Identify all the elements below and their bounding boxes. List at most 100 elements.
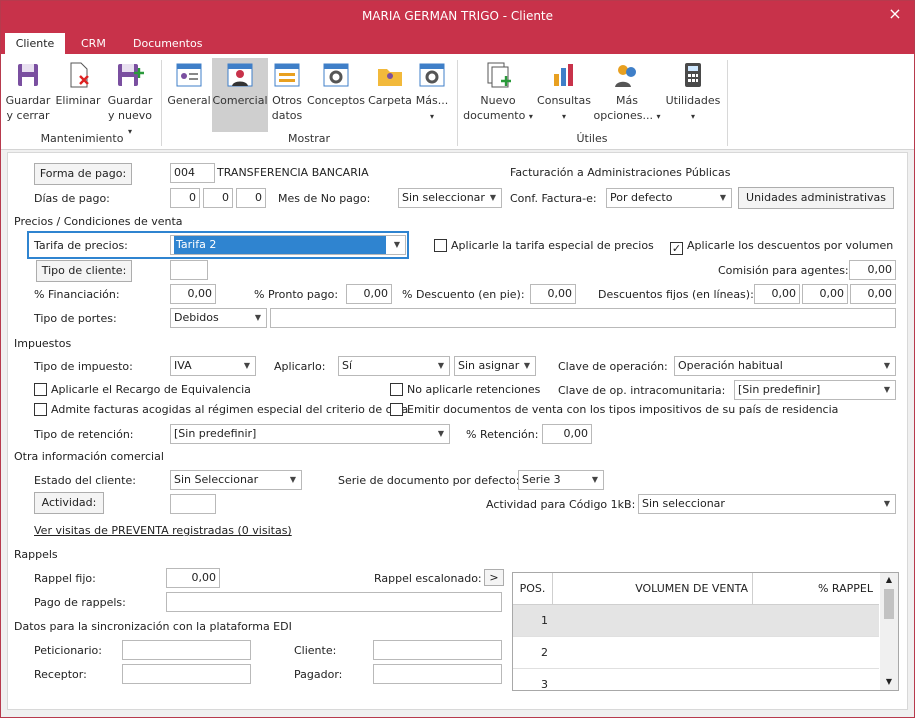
activity-input[interactable] bbox=[170, 494, 216, 514]
more-options-button[interactable]: Más opciones... ▾ bbox=[593, 58, 661, 132]
no-pay-month-label: Mes de No pago: bbox=[278, 192, 371, 205]
rate-select[interactable]: Tarifa 2 ▼ bbox=[170, 235, 406, 255]
discount-input[interactable]: 0,00 bbox=[530, 284, 576, 304]
payment-day-1-input[interactable]: 0 bbox=[170, 188, 200, 208]
fixed-discount-2-input[interactable]: 0,00 bbox=[802, 284, 848, 304]
new-document-button[interactable]: Nuevo documento ▾ bbox=[461, 58, 535, 132]
chevron-down-icon[interactable]: ▼ bbox=[880, 677, 898, 687]
more-button[interactable]: Más... ▾ bbox=[414, 58, 450, 132]
client-type-button[interactable]: Tipo de cliente: bbox=[36, 260, 132, 282]
table-scrollbar[interactable]: ▲ ▼ bbox=[880, 573, 898, 690]
tiered-rappel-button[interactable]: > bbox=[484, 569, 504, 586]
public-admin-title: Facturación a Administraciones Públicas bbox=[510, 166, 731, 179]
payment-day-2-input[interactable]: 0 bbox=[203, 188, 233, 208]
petitioner-label: Peticionario: bbox=[34, 644, 102, 657]
admin-units-button[interactable]: Unidades administrativas bbox=[738, 187, 894, 209]
withholding-type-select[interactable]: [Sin predefinir] ▼ bbox=[170, 424, 450, 444]
rappel-payment-input[interactable] bbox=[166, 592, 502, 612]
fixed-rappel-label: Rappel fijo: bbox=[34, 572, 96, 585]
delete-icon bbox=[62, 60, 94, 90]
payment-method-button[interactable]: Forma de pago: bbox=[34, 163, 132, 185]
payment-code-input[interactable]: 004 bbox=[170, 163, 215, 183]
client-type-input[interactable] bbox=[170, 260, 208, 280]
activity-button[interactable]: Actividad: bbox=[34, 492, 104, 514]
cash-criteria-checkbox[interactable]: Admite facturas acogidas al régimen espe… bbox=[34, 403, 408, 417]
apply-special-rate-checkbox[interactable]: Aplicarle la tarifa especial de precios bbox=[434, 239, 654, 253]
prompt-payment-input[interactable]: 0,00 bbox=[346, 284, 392, 304]
table-header-rappel: % RAPPEL bbox=[753, 573, 879, 605]
tab-cliente[interactable]: Cliente bbox=[5, 33, 65, 54]
rappel-payment-label: Pago de rappels: bbox=[34, 596, 126, 609]
ribbon: Guardar y cerrar Eliminar Guardar y nuevo … bbox=[1, 54, 914, 150]
issue-docs-checkbox[interactable]: Emitir documentos de venta con los tipos… bbox=[390, 403, 838, 417]
save-new-button[interactable]: Guardar y nuevo ▾ bbox=[105, 58, 155, 136]
table-row[interactable]: 1 bbox=[513, 605, 879, 637]
tax-type-select[interactable]: IVA ▼ bbox=[170, 356, 256, 376]
concepts-button[interactable]: Conceptos bbox=[307, 58, 365, 132]
chevron-down-icon: ▼ bbox=[393, 240, 401, 249]
other-info-section-title: Otra información comercial bbox=[14, 450, 164, 463]
tab-crm[interactable]: CRM bbox=[69, 33, 118, 54]
presale-visits-link[interactable]: Ver visitas de PREVENTA registradas (0 v… bbox=[34, 524, 292, 537]
apply-volume-discounts-checkbox[interactable]: ✓ Aplicarle los descuentos por volumen bbox=[670, 239, 893, 255]
shipping-select[interactable]: Debidos ▼ bbox=[170, 308, 267, 328]
folder-button[interactable]: Carpeta bbox=[367, 58, 413, 132]
no-pay-month-select[interactable]: Sin seleccionar ▼ bbox=[398, 188, 502, 208]
scroll-thumb[interactable] bbox=[884, 589, 894, 619]
fixed-discount-3-input[interactable]: 0,00 bbox=[850, 284, 896, 304]
chevron-down-icon: ▼ bbox=[883, 361, 891, 370]
op-key-label: Clave de operación: bbox=[558, 360, 668, 373]
edi-section-title: Datos para la sincronización con la plat… bbox=[14, 620, 292, 633]
table-row[interactable]: 3 bbox=[513, 669, 879, 690]
other-data-icon bbox=[271, 60, 303, 90]
chevron-up-icon[interactable]: ▲ bbox=[880, 575, 898, 585]
fixed-rappel-input[interactable]: 0,00 bbox=[166, 568, 220, 588]
tab-documentos[interactable]: Documentos bbox=[121, 33, 214, 54]
title-bar: MARIA GERMAN TRIGO - Cliente bbox=[1, 1, 914, 31]
apply-select[interactable]: Sí ▼ bbox=[338, 356, 450, 376]
equivalence-checkbox[interactable]: Aplicarle el Recargo de Equivalencia bbox=[34, 383, 251, 397]
intra-key-select[interactable]: [Sin predefinir] ▼ bbox=[734, 380, 896, 400]
op-key-select[interactable]: Operación habitual ▼ bbox=[674, 356, 896, 376]
delete-button[interactable]: Eliminar bbox=[55, 58, 101, 132]
commercial-button[interactable]: Comercial bbox=[212, 58, 268, 132]
other-data-button[interactable]: Otros datos bbox=[269, 58, 305, 132]
payer-input[interactable] bbox=[373, 664, 502, 684]
chevron-down-icon: ▼ bbox=[883, 499, 891, 508]
table-header-pos: POS. bbox=[513, 573, 553, 605]
payment-day-3-input[interactable]: 0 bbox=[236, 188, 266, 208]
client-status-select[interactable]: Sin Seleccionar ▼ bbox=[170, 470, 302, 490]
petitioner-input[interactable] bbox=[122, 640, 251, 660]
edi-client-label: Cliente: bbox=[294, 644, 337, 657]
chevron-down-icon: ▼ bbox=[437, 361, 445, 370]
code1kb-select[interactable]: Sin seleccionar ▼ bbox=[638, 494, 896, 514]
shipping-notes-input[interactable] bbox=[270, 308, 896, 328]
group-show: Mostrar bbox=[287, 132, 331, 145]
shipping-label: Tipo de portes: bbox=[34, 312, 117, 325]
table-row[interactable]: 2 bbox=[513, 637, 879, 669]
default-series-select[interactable]: Serie 3 ▼ bbox=[518, 470, 604, 490]
withholding-pct-input[interactable]: 0,00 bbox=[542, 424, 592, 444]
taxes-section-title: Impuestos bbox=[14, 337, 72, 350]
general-button[interactable]: General bbox=[167, 58, 211, 132]
financing-input[interactable]: 0,00 bbox=[170, 284, 216, 304]
rate-label: Tarifa de precios: bbox=[34, 239, 128, 252]
chevron-down-icon: ▼ bbox=[523, 361, 531, 370]
fixed-discount-1-input[interactable]: 0,00 bbox=[754, 284, 800, 304]
agent-commission-input[interactable]: 0,00 bbox=[849, 260, 896, 280]
close-icon[interactable]: × bbox=[880, 1, 910, 29]
receiver-input[interactable] bbox=[122, 664, 251, 684]
rappels-section-title: Rappels bbox=[14, 548, 58, 561]
fixed-discounts-label: Descuentos fijos (en líneas): bbox=[598, 288, 754, 301]
utilities-button[interactable]: Utilidades ▾ bbox=[663, 58, 723, 132]
queries-button[interactable]: Consultas ▾ bbox=[537, 58, 591, 132]
group-maintenance: Mantenimiento bbox=[40, 132, 124, 145]
conf-facturae-select[interactable]: Por defecto ▼ bbox=[606, 188, 732, 208]
edi-client-input[interactable] bbox=[373, 640, 502, 660]
chevron-down-icon: ▼ bbox=[719, 193, 727, 202]
no-withholding-checkbox[interactable]: No aplicarle retenciones bbox=[390, 383, 540, 397]
card-icon bbox=[173, 60, 205, 90]
assign-select[interactable]: Sin asignar ▼ bbox=[454, 356, 536, 376]
new-document-icon bbox=[482, 60, 514, 90]
save-close-button[interactable]: Guardar y cerrar bbox=[5, 58, 51, 132]
